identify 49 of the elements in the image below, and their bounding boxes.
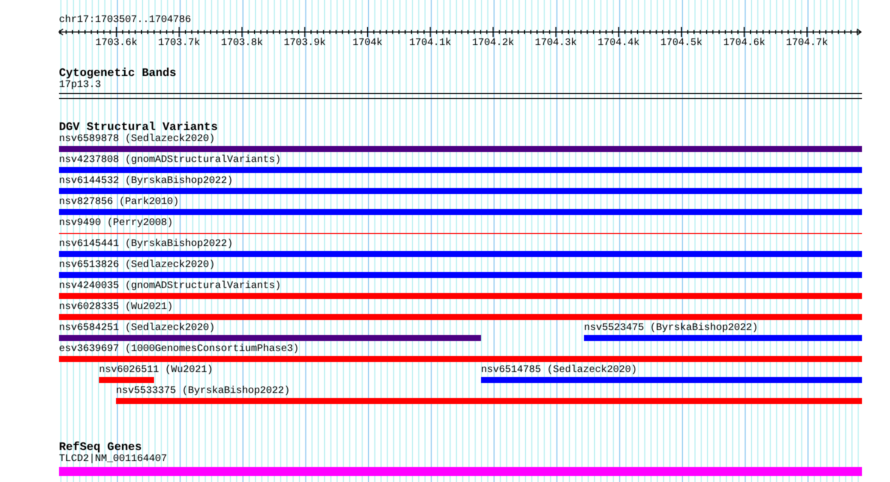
variant-label[interactable]: nsv6026511 (Wu2021) — [98, 365, 214, 376]
variant-bar[interactable] — [59, 146, 862, 152]
track-title: DGV Structural Variants — [59, 122, 218, 134]
variant-label[interactable]: nsv827856 (Park2010) — [59, 197, 180, 208]
variant-bar[interactable] — [59, 335, 481, 341]
track-title: RefSeq Genes — [59, 442, 142, 454]
ruler-label: 1704.1k — [409, 38, 452, 49]
variant-label[interactable]: nsv6028335 (Wu2021) — [59, 302, 174, 313]
ruler-label: 1704.7k — [786, 38, 828, 49]
gene-label[interactable]: TLCD2|NM_001164407 — [59, 454, 168, 465]
ruler-label: 1703.8k — [220, 38, 263, 49]
ruler-label: 1704.2k — [472, 38, 514, 49]
ruler-label: 1703.6k — [95, 38, 138, 49]
variant-bar[interactable] — [480, 377, 862, 383]
ruler-label: 1703.7k — [158, 38, 200, 49]
ruler-label: 1704k — [352, 38, 383, 49]
variant-label[interactable]: esv3639697 (1000GenomesConsortiumPhase3) — [59, 344, 300, 355]
variant-bar[interactable] — [59, 272, 862, 278]
variant-bar[interactable] — [59, 293, 862, 299]
variant-bar[interactable] — [59, 314, 862, 320]
ruler-label: 1704.3k — [534, 38, 577, 49]
variant-label[interactable]: nsv6145441 (ByrskaBishop2022) — [59, 239, 234, 250]
gene-bar[interactable] — [59, 467, 862, 476]
variant-label[interactable]: nsv9490 (Perry2008) — [59, 218, 174, 229]
ruler-label: 1703.9k — [284, 38, 326, 49]
variant-bar[interactable] — [116, 398, 862, 404]
variant-bar[interactable] — [59, 188, 862, 194]
variant-label[interactable]: nsv5523475 (ByrskaBishop2022) — [584, 323, 758, 334]
variant-label[interactable]: nsv4237808 (gnomADStructuralVariants) — [59, 155, 282, 166]
variant-bar[interactable] — [98, 377, 154, 383]
band-label: 17p13.3 — [59, 80, 102, 91]
variant-label[interactable]: nsv6514785 (Sedlazeck2020) — [480, 365, 637, 376]
ruler-label: 1704.6k — [723, 38, 766, 49]
variant-bar[interactable] — [59, 209, 862, 215]
variant-label[interactable]: nsv6144532 (ByrskaBishop2022) — [59, 176, 234, 187]
variant-label[interactable]: nsv6589878 (Sedlazeck2020) — [59, 134, 216, 145]
variant-label[interactable]: nsv6584251 (Sedlazeck2020) — [59, 323, 216, 334]
variant-label[interactable]: nsv6513826 (Sedlazeck2020) — [59, 260, 216, 271]
variant-bar[interactable] — [59, 167, 862, 173]
variant-line[interactable] — [59, 233, 862, 234]
variant-bar[interactable] — [584, 335, 862, 341]
variant-bar[interactable] — [59, 251, 862, 257]
variant-label[interactable]: nsv5533375 (ByrskaBishop2022) — [116, 386, 290, 397]
track-title: Cytogenetic Bands — [59, 68, 176, 80]
ruler-label: 1704.4k — [598, 38, 640, 49]
variant-bar[interactable] — [59, 356, 862, 362]
location-label: chr17:1703507..1704786 — [59, 14, 192, 26]
ruler-label: 1704.5k — [660, 38, 702, 49]
variant-label[interactable]: nsv4240035 (gnomADStructuralVariants) — [59, 281, 282, 292]
